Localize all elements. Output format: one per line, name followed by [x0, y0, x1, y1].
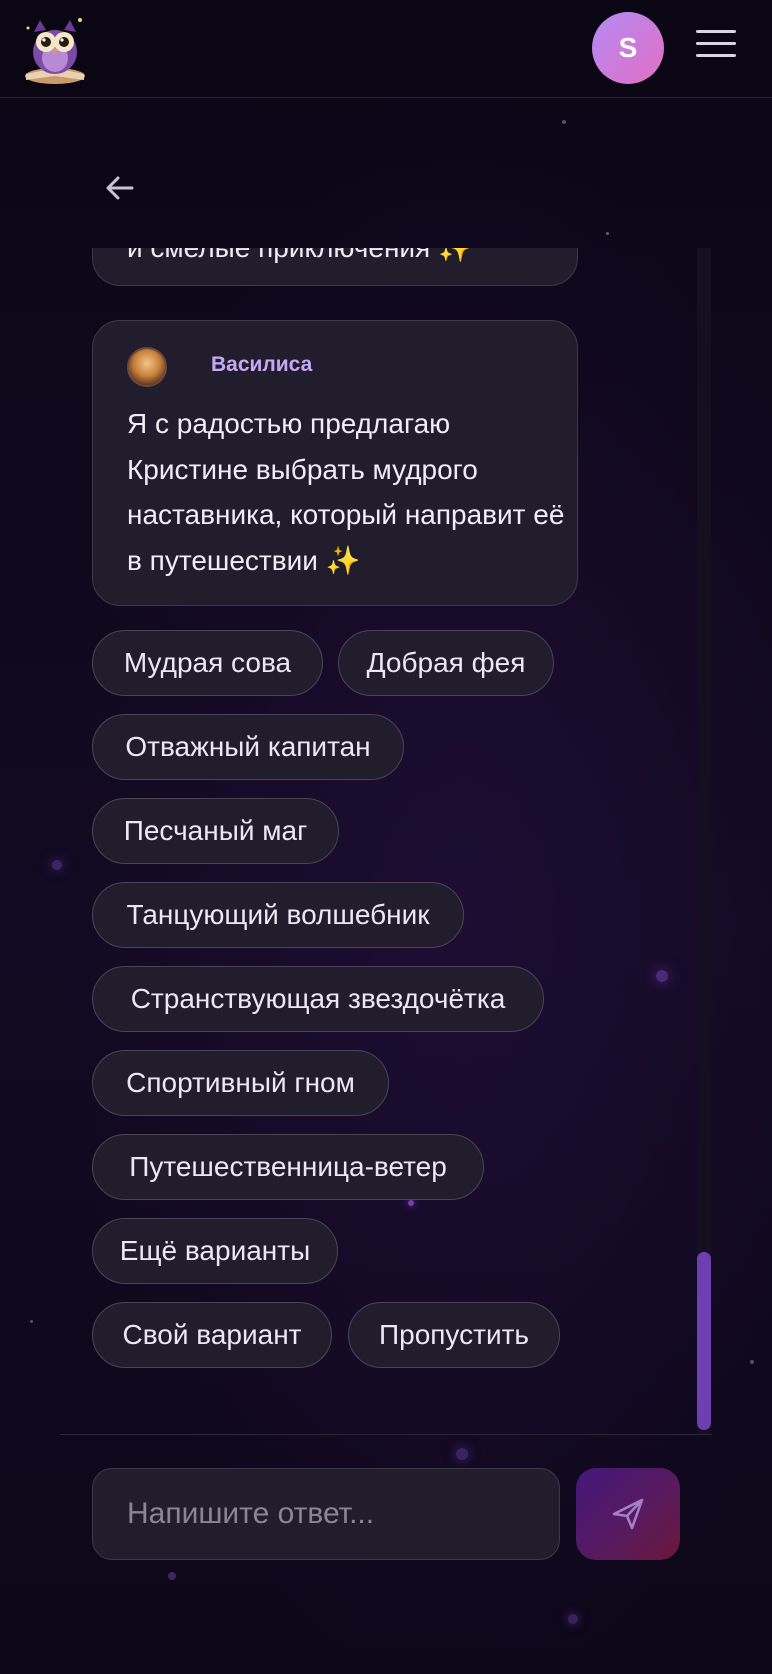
- option-chip[interactable]: Отважный капитан: [92, 714, 404, 780]
- previous-message-bubble: и смелые приключения ✨: [92, 248, 578, 286]
- arrow-left-icon: [106, 176, 134, 200]
- custom-option-chip[interactable]: Свой вариант: [92, 1302, 332, 1368]
- hamburger-menu-icon[interactable]: [696, 30, 736, 66]
- star-decoration: [168, 1572, 176, 1580]
- sender-name: Василиса: [211, 353, 313, 376]
- paper-plane-icon: [612, 1498, 644, 1530]
- option-chip[interactable]: Спортивный гном: [92, 1050, 389, 1116]
- star-decoration: [562, 120, 566, 124]
- previous-message-text: и смелые приключения ✨: [127, 248, 473, 264]
- app-page: S и смелые приключения ✨ Василиса Я с ра…: [0, 0, 772, 1674]
- option-chip[interactable]: Путешественница-ветер: [92, 1134, 484, 1200]
- message-text: Я с радостью предлагаю Кристине выбрать …: [127, 408, 565, 576]
- sender-avatar: [127, 347, 167, 387]
- assistant-message-bubble: Василиса Я с радостью предлагаю Кристине…: [92, 320, 578, 606]
- chat-scroll-area[interactable]: и смелые приключения ✨ Василиса Я с радо…: [60, 248, 712, 1434]
- option-chip[interactable]: Танцующий волшебник: [92, 882, 464, 948]
- chat-scrollbar[interactable]: [697, 248, 711, 1434]
- star-decoration: [750, 1360, 754, 1364]
- skip-chip[interactable]: Пропустить: [348, 1302, 560, 1368]
- top-header: S: [0, 0, 772, 98]
- star-decoration: [606, 232, 609, 235]
- star-decoration: [456, 1448, 468, 1460]
- option-chip[interactable]: Странствующая звездочётка: [92, 966, 544, 1032]
- option-chip[interactable]: Песчаный маг: [92, 798, 339, 864]
- back-button[interactable]: [100, 168, 140, 208]
- star-decoration: [568, 1614, 578, 1624]
- answer-input[interactable]: [92, 1468, 560, 1560]
- send-button[interactable]: [576, 1468, 680, 1560]
- more-options-chip[interactable]: Ещё варианты: [92, 1218, 338, 1284]
- scrollbar-thumb[interactable]: [697, 1252, 711, 1430]
- star-decoration: [30, 1320, 33, 1323]
- option-chip[interactable]: Добрая фея: [338, 630, 554, 696]
- option-chip[interactable]: Мудрая сова: [92, 630, 323, 696]
- user-avatar-button[interactable]: S: [592, 12, 664, 84]
- divider: [60, 1434, 712, 1435]
- user-initial: S: [618, 32, 638, 63]
- owl-logo-icon[interactable]: [16, 8, 94, 86]
